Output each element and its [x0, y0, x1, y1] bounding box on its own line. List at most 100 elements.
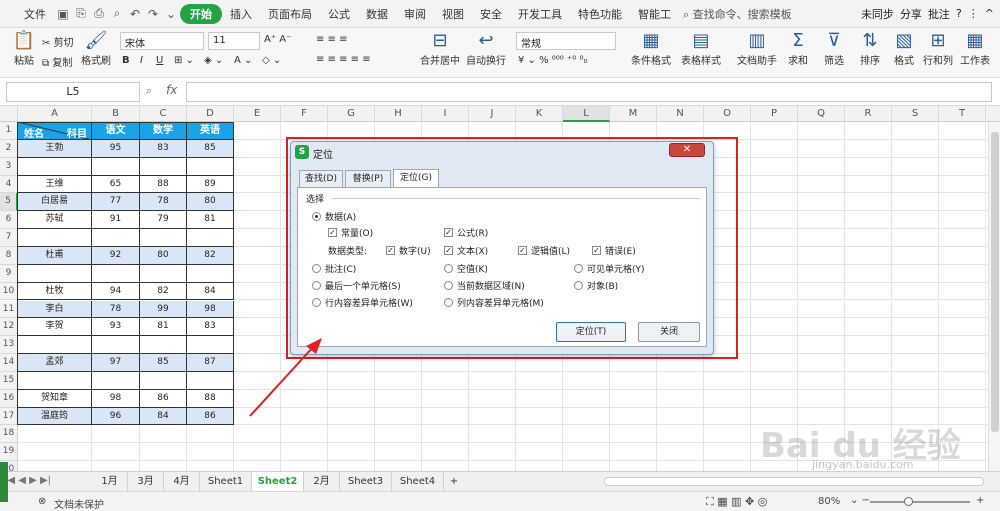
row-header[interactable]: 9	[0, 264, 18, 283]
table-cell[interactable]: 88	[140, 175, 187, 194]
grid-cell[interactable]	[939, 175, 986, 194]
table-cell[interactable]: 苏轼	[18, 211, 92, 230]
table-header-cell[interactable]: 语文	[92, 122, 140, 140]
grid-cell[interactable]	[657, 443, 704, 462]
grid-cell[interactable]	[892, 371, 939, 390]
table-header-cell[interactable]: 英语	[187, 122, 234, 140]
table-cell[interactable]	[140, 371, 187, 390]
grid-cell[interactable]	[845, 389, 892, 408]
table-cell[interactable]	[18, 371, 92, 390]
check-text[interactable]: ✓ 文本(X)	[444, 244, 488, 257]
grid-cell[interactable]	[892, 193, 939, 212]
table-cell[interactable]: 80	[140, 246, 187, 265]
grid-cell[interactable]	[751, 246, 798, 265]
table-cell[interactable]	[187, 371, 234, 390]
table-style-button[interactable]: ▤ 表格样式	[676, 30, 726, 67]
table-cell[interactable]	[140, 157, 187, 176]
grid-cell[interactable]	[845, 139, 892, 158]
tab-features[interactable]: 特色功能	[570, 6, 630, 22]
grid-cell[interactable]	[704, 407, 751, 426]
table-cell[interactable]: 95	[92, 139, 140, 158]
grid-cell[interactable]	[939, 336, 986, 355]
redo-icon[interactable]: ↷	[144, 7, 162, 21]
grid-cell[interactable]	[328, 461, 375, 471]
grid-cell[interactable]	[704, 425, 751, 444]
row-header[interactable]: 7	[0, 229, 18, 247]
table-cell[interactable]	[92, 336, 140, 355]
file-menu[interactable]: 文件	[0, 6, 54, 22]
grid-cell[interactable]	[892, 389, 939, 408]
grid-cell[interactable]	[751, 282, 798, 301]
tab-insert[interactable]: 插入	[222, 6, 260, 22]
grid-cell[interactable]	[939, 354, 986, 372]
grid-cell[interactable]	[892, 211, 939, 230]
column-header[interactable]: B	[92, 106, 140, 122]
tab-find[interactable]: 查找(D)	[299, 170, 343, 188]
table-cell[interactable]: 杜牧	[18, 282, 92, 301]
check-number[interactable]: ✓ 数字(U)	[386, 244, 431, 257]
table-cell[interactable]: 78	[140, 193, 187, 212]
grid-cell[interactable]	[798, 264, 845, 283]
sheet-tab[interactable]: Sheet3	[340, 472, 392, 492]
grid-cell[interactable]	[469, 407, 516, 426]
fill-color-icon[interactable]: ◈ ⌄	[204, 55, 223, 66]
format-painter-button[interactable]: 🖌 格式刷	[74, 30, 118, 67]
table-cell[interactable]: 84	[187, 282, 234, 301]
tab-goto[interactable]: 定位(G)	[393, 169, 439, 188]
grid-cell[interactable]	[657, 389, 704, 408]
table-cell[interactable]: 白居易	[18, 193, 92, 212]
dialog-titlebar[interactable]: S 定位 ✕	[291, 142, 713, 162]
grid-cell[interactable]	[234, 425, 281, 444]
grid-cell[interactable]	[798, 211, 845, 230]
table-cell[interactable]: 78	[92, 300, 140, 319]
grid-cell[interactable]	[751, 229, 798, 247]
column-header[interactable]: U	[986, 106, 1000, 122]
cut-button[interactable]: ✂ 剪切	[42, 34, 74, 49]
grid-cell[interactable]	[375, 389, 422, 408]
radio-object[interactable]: 对象(B)	[574, 279, 618, 292]
row-header[interactable]: 10	[0, 282, 18, 301]
grid-cell[interactable]	[375, 407, 422, 426]
grid-cell[interactable]	[234, 300, 281, 319]
zoom-slider[interactable]	[870, 501, 970, 503]
grid-cell[interactable]	[704, 443, 751, 462]
table-cell[interactable]: 85	[140, 354, 187, 372]
grid-cell[interactable]	[234, 407, 281, 426]
column-header[interactable]: R	[845, 106, 892, 122]
column-header[interactable]: M	[610, 106, 657, 122]
table-cell[interactable]	[18, 264, 92, 283]
grid-cell[interactable]	[422, 443, 469, 462]
tab-page-layout[interactable]: 页面布局	[260, 6, 320, 22]
grid-cell[interactable]	[328, 389, 375, 408]
grid-cell[interactable]	[845, 264, 892, 283]
row-header[interactable]: 11	[0, 300, 18, 319]
filter-button[interactable]: ⊽ 筛选	[814, 30, 854, 67]
column-header[interactable]: K	[516, 106, 563, 122]
grid-cell[interactable]	[140, 443, 187, 462]
check-constant[interactable]: ✓ 常量(O)	[328, 226, 373, 239]
grid-cell[interactable]	[234, 211, 281, 230]
table-cell[interactable]: 80	[187, 193, 234, 212]
row-header[interactable]: 14	[0, 354, 18, 372]
table-cell[interactable]	[187, 264, 234, 283]
table-header-cell[interactable]: 数学	[140, 122, 187, 140]
print-icon[interactable]: ⎙	[90, 6, 108, 21]
table-cell[interactable]: 88	[187, 389, 234, 408]
grid-cell[interactable]	[751, 336, 798, 355]
close-icon[interactable]: ✕	[669, 143, 705, 157]
column-header[interactable]: N	[657, 106, 704, 122]
grid-cell[interactable]	[18, 443, 92, 462]
radio-region[interactable]: 当前数据区域(N)	[444, 279, 525, 292]
grid-cell[interactable]	[234, 318, 281, 337]
grid-cell[interactable]	[845, 175, 892, 194]
grid-cell[interactable]	[610, 407, 657, 426]
column-header[interactable]: F	[281, 106, 328, 122]
grid-cell[interactable]	[751, 389, 798, 408]
number-format-select[interactable]: 常规	[516, 32, 616, 50]
check-formula[interactable]: ✓ 公式(R)	[444, 226, 488, 239]
grid-cell[interactable]	[845, 211, 892, 230]
grid-cell[interactable]	[92, 425, 140, 444]
table-cell[interactable]: 82	[140, 282, 187, 301]
fx-icon[interactable]: fx	[166, 83, 177, 97]
row-header[interactable]: 5	[0, 193, 18, 212]
